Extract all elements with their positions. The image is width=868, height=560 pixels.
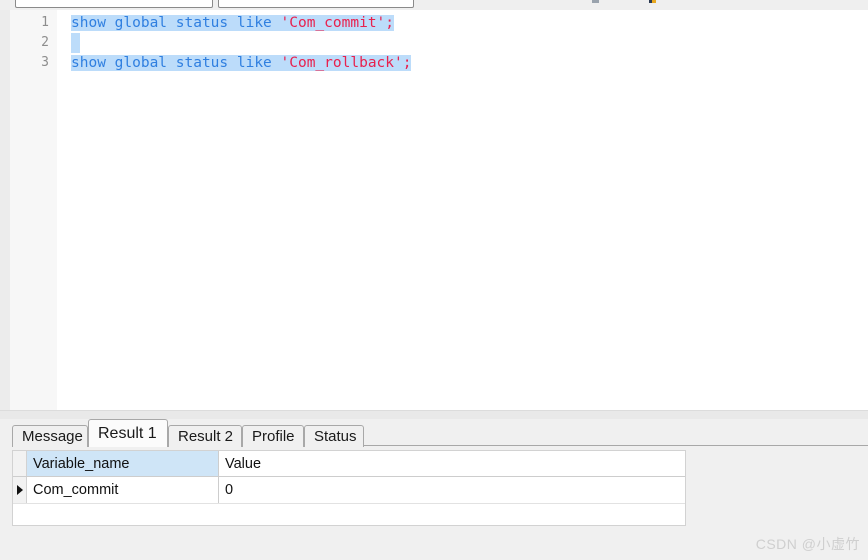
- code-token-punctuation: ;: [402, 55, 412, 71]
- row-indicator-cell[interactable]: [13, 477, 27, 503]
- editor-text-area[interactable]: show global status like 'Com_commit'; sh…: [57, 10, 868, 410]
- tab-message[interactable]: Message: [12, 425, 88, 447]
- sql-editor[interactable]: 1 2 3 show global status like 'Com_commi…: [0, 10, 868, 410]
- current-row-arrow-icon: [17, 485, 23, 495]
- table-row[interactable]: Com_commit 0: [13, 477, 685, 503]
- tab-status[interactable]: Status: [304, 425, 364, 447]
- cell-value[interactable]: 0: [219, 477, 685, 503]
- gutter-line-number: 1: [41, 15, 49, 30]
- results-panel: Message Result 1 Result 2 Profile Status…: [0, 419, 868, 560]
- result-grid-header-row: Variable_name Value: [13, 451, 685, 477]
- code-token-string: 'Com_rollback': [280, 55, 403, 71]
- toolbar-strip: [0, 0, 868, 10]
- editor-left-margin-strip: [0, 10, 10, 410]
- tab-result-2[interactable]: Result 2: [168, 425, 242, 447]
- code-token-string: 'Com_commit': [280, 15, 386, 31]
- results-tabstrip: Message Result 1 Result 2 Profile Status: [0, 419, 868, 447]
- column-header-variable-name[interactable]: Variable_name: [27, 451, 219, 476]
- gutter-line-number: 2: [41, 35, 49, 50]
- row-indicator-column-header: [13, 451, 27, 476]
- watermark: CSDN @小虚竹: [755, 536, 860, 552]
- result-grid[interactable]: Variable_name Value Com_commit 0: [12, 450, 686, 526]
- code-token-punctuation: ;: [385, 15, 395, 31]
- code-token-keyword: show global status like: [71, 15, 281, 31]
- code-line-2-selection[interactable]: [71, 33, 80, 53]
- column-header-value[interactable]: Value: [219, 451, 685, 476]
- toolbar-combo-database[interactable]: [15, 0, 213, 8]
- code-line-3[interactable]: show global status like 'Com_rollback';: [71, 53, 412, 73]
- tab-profile[interactable]: Profile: [242, 425, 304, 447]
- toolbar-left-icon[interactable]: [592, 0, 599, 3]
- gutter-line-number: 3: [41, 55, 49, 70]
- cell-variable-name[interactable]: Com_commit: [27, 477, 219, 503]
- result-grid-empty-area: [13, 503, 685, 525]
- tab-result-1[interactable]: Result 1: [88, 419, 168, 447]
- toolbar-combo-connection[interactable]: [218, 0, 414, 8]
- editor-gutter[interactable]: 1 2 3: [10, 10, 57, 410]
- panel-splitter[interactable]: [0, 410, 868, 419]
- code-line-1[interactable]: show global status like 'Com_commit';: [71, 13, 395, 33]
- code-token-keyword: show global status like: [71, 55, 281, 71]
- toolbar-right-icon[interactable]: [649, 0, 656, 3]
